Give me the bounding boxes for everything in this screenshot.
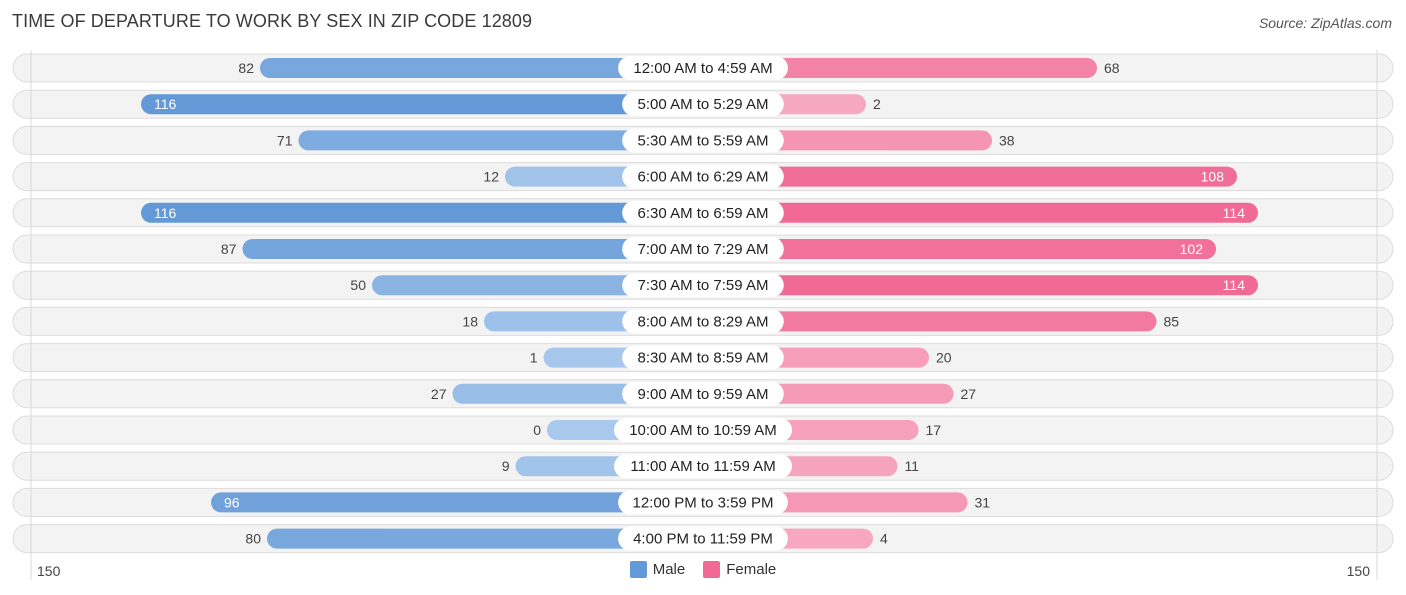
male-value-label: 116 [154,205,177,221]
legend-item-male: Male [629,561,686,578]
category-label: 12:00 AM to 4:59 AM [633,60,772,77]
male-value-label: 12 [483,169,499,185]
male-value-label: 1 [530,350,538,366]
female-value-label: 85 [1164,313,1180,329]
chart-row: 5:30 AM to 5:59 AM 71 38 [12,125,1394,155]
female-value-label: 68 [1104,60,1120,76]
male-value-label: 0 [533,422,541,438]
female-value-label: 4 [880,531,888,547]
category-label: 11:00 AM to 11:59 AM [630,458,775,475]
category-label: 5:00 AM to 5:29 AM [638,96,769,113]
female-value-label: 38 [999,132,1015,148]
chart-row: 4:00 PM to 11:59 PM 80 4 [12,524,1394,554]
category-label: 9:00 AM to 9:59 AM [638,386,769,403]
category-label: 7:00 AM to 7:29 AM [638,241,769,258]
chart-row: 6:30 AM to 6:59 AM 116 114 [12,198,1394,228]
female-value-label: 108 [1201,169,1225,185]
male-value-label: 87 [221,241,237,257]
male-value-label: 9 [502,458,510,474]
male-bar [141,94,703,115]
chart-row: 10:00 AM to 10:59 AM 0 17 [12,415,1394,445]
female-value-label: 20 [936,350,952,366]
legend-item-female: Female [703,561,776,578]
category-label: 12:00 PM to 3:59 PM [633,494,774,511]
female-value-label: 27 [961,386,977,402]
legend-label-female: Female [726,561,777,578]
chart-row: 9:00 AM to 9:59 AM 27 27 [12,379,1394,409]
male-value-label: 18 [462,313,478,329]
category-label: 6:30 AM to 6:59 AM [638,205,769,222]
female-value-label: 31 [975,494,991,510]
category-label: 10:00 AM to 10:59 AM [629,422,777,439]
male-value-label: 27 [431,386,447,402]
chart-row: 12:00 PM to 3:59 PM 96 31 [12,487,1394,517]
chart-row: 11:00 AM to 11:59 AM 9 11 [12,451,1394,481]
legend-swatch-female [703,561,721,578]
male-bar [141,202,703,223]
male-value-label: 116 [154,96,177,112]
chart-row: 8:00 AM to 8:29 AM 18 85 [12,306,1394,336]
male-value-label: 96 [224,494,240,510]
legend: Male Female [0,561,1406,578]
female-value-label: 114 [1223,205,1246,221]
female-bar [703,275,1258,296]
chart-row: 5:00 AM to 5:29 AM 116 2 [12,89,1394,119]
male-value-label: 50 [350,277,366,293]
chart-svg: 12:00 AM to 4:59 AM 82 68 5:00 AM to 5:29 A… [12,50,1394,580]
female-value-label: 114 [1223,277,1246,293]
chart-row: 7:00 AM to 7:29 AM 87 102 [12,234,1394,264]
chart-row: 6:00 AM to 6:29 AM 12 108 [12,162,1394,192]
category-label: 7:30 AM to 7:59 AM [638,277,769,294]
legend-swatch-male [629,561,647,578]
female-value-label: 17 [926,422,942,438]
female-value-label: 102 [1180,241,1204,257]
category-label: 6:00 AM to 6:29 AM [638,169,769,186]
category-label: 5:30 AM to 5:59 AM [638,132,769,149]
chart-row: 8:30 AM to 8:59 AM 1 20 [12,343,1394,373]
category-label: 8:30 AM to 8:59 AM [638,350,769,367]
male-value-label: 71 [277,132,293,148]
female-value-label: 2 [873,96,881,112]
male-value-label: 80 [245,531,261,547]
category-label: 4:00 PM to 11:59 PM [633,531,773,548]
chart-row: 7:30 AM to 7:59 AM 50 114 [12,270,1394,300]
category-label: 8:00 AM to 8:29 AM [638,313,769,330]
legend-label-male: Male [652,561,686,578]
male-value-label: 82 [238,60,254,76]
chart-rows: 12:00 AM to 4:59 AM 82 68 5:00 AM to 5:29 A… [12,53,1394,554]
chart-row: 12:00 AM to 4:59 AM 82 68 [12,53,1394,83]
female-value-label: 11 [905,458,920,474]
female-bar [703,202,1258,223]
